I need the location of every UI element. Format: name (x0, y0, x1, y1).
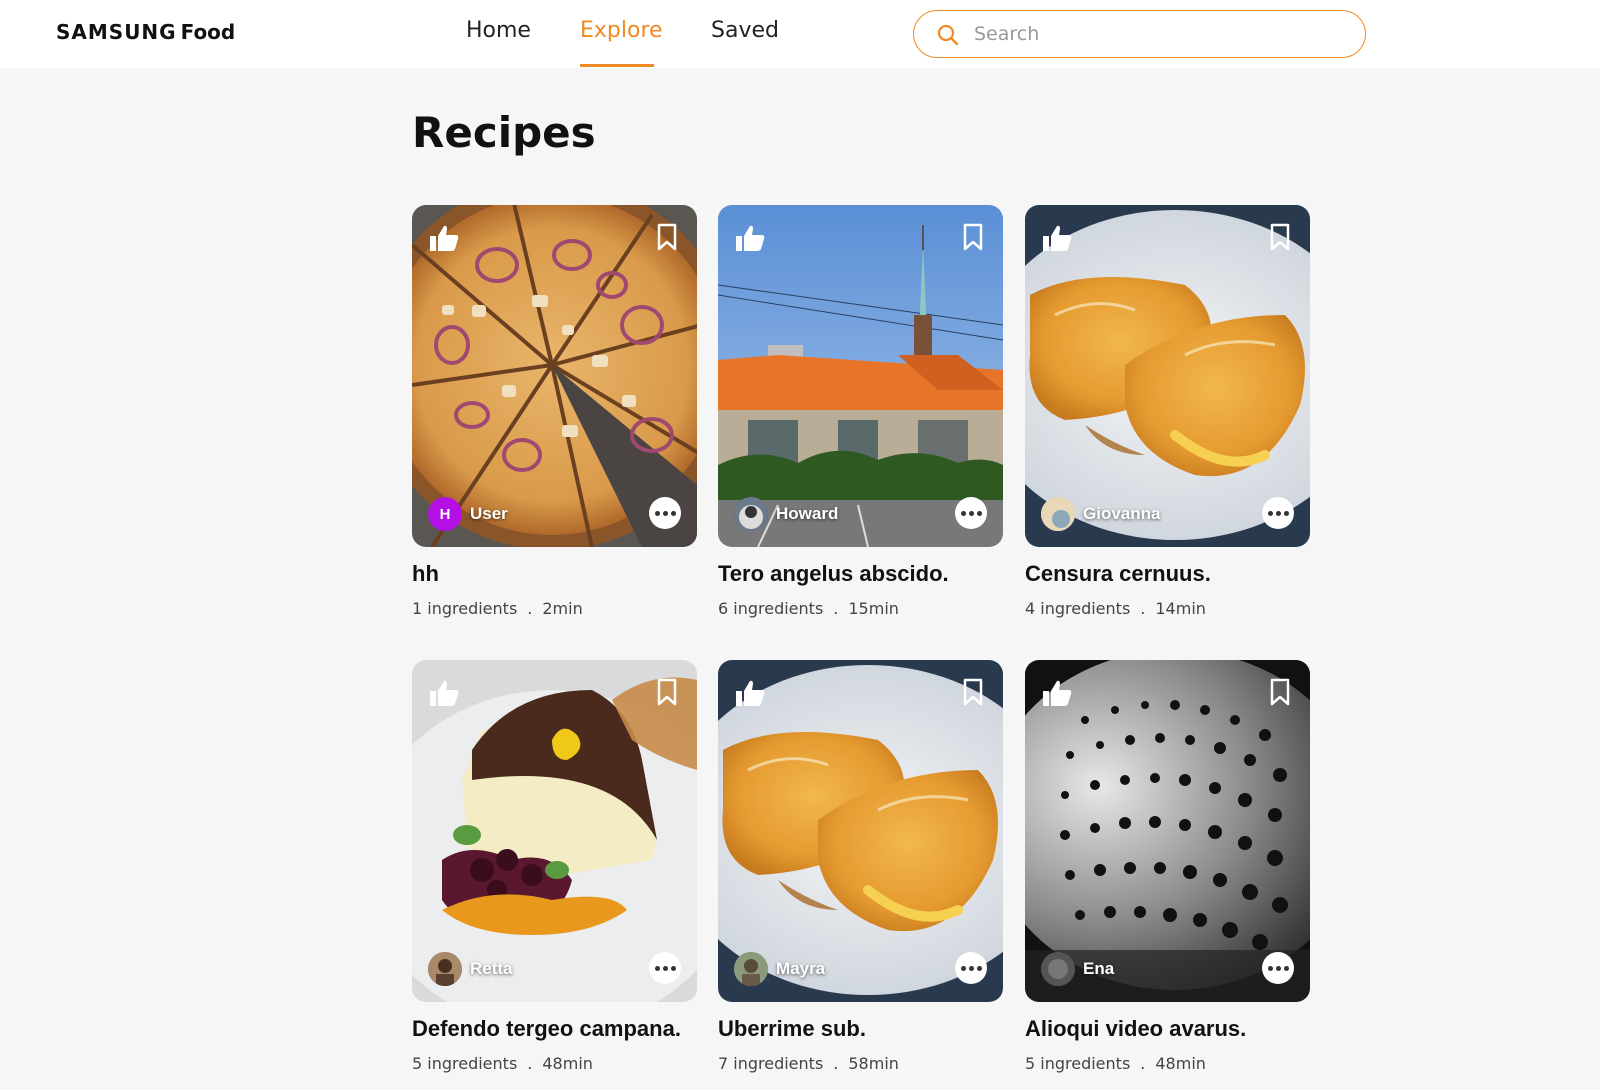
avatar (1041, 497, 1075, 531)
recipe-card[interactable]: Howard Tero angelus abscido. 6 ingredien… (718, 205, 1003, 618)
cook-time: 48min (542, 1054, 593, 1073)
meta-separator: . (1140, 599, 1146, 618)
more-options-button[interactable] (1262, 497, 1294, 529)
more-options-button[interactable] (955, 952, 987, 984)
recipe-image[interactable]: Giovanna (1025, 205, 1310, 547)
recipe-card[interactable]: Ena Alioqui video avarus. 5 ingredients.… (1025, 660, 1310, 1073)
author-name: Giovanna (1083, 504, 1161, 523)
meta-separator: . (1140, 1054, 1146, 1073)
recipe-card[interactable]: Mayra Uberrime sub. 7 ingredients. 58min (718, 660, 1003, 1073)
recipe-meta: 5 ingredients. 48min (412, 1054, 697, 1073)
logo-product: Food (180, 20, 236, 44)
page-title: Recipes (412, 108, 596, 157)
more-options-button[interactable] (955, 497, 987, 529)
recipe-image[interactable]: Ena (1025, 660, 1310, 1002)
avatar (734, 497, 768, 531)
recipe-author[interactable]: Giovanna (1041, 497, 1160, 531)
like-icon[interactable] (1041, 678, 1073, 708)
ingredient-count: 7 ingredients (718, 1054, 824, 1073)
recipe-title[interactable]: Alioqui video avarus. (1025, 1016, 1310, 1042)
avatar: H (428, 497, 462, 531)
nav-home[interactable]: Home (466, 18, 531, 43)
bookmark-icon[interactable] (1268, 678, 1292, 706)
recipe-title[interactable]: Tero angelus abscido. (718, 561, 1003, 587)
recipe-title[interactable]: Uberrime sub. (718, 1016, 1003, 1042)
logo-brand: SAMSUNG (56, 20, 177, 44)
author-name: User (470, 504, 508, 523)
ingredient-count: 4 ingredients (1025, 599, 1131, 618)
recipe-author[interactable]: Howard (734, 497, 838, 531)
search-icon (937, 24, 959, 46)
recipe-meta: 6 ingredients. 15min (718, 599, 1003, 618)
cook-time: 2min (542, 599, 583, 618)
pizza-image (412, 205, 697, 547)
omelette-image (1025, 205, 1310, 547)
like-icon[interactable] (734, 223, 766, 253)
recipe-meta: 5 ingredients. 48min (1025, 1054, 1310, 1073)
ingredient-count: 5 ingredients (1025, 1054, 1131, 1073)
like-icon[interactable] (428, 223, 460, 253)
bookmark-icon[interactable] (655, 223, 679, 251)
bookmark-icon[interactable] (961, 678, 985, 706)
avatar (1041, 952, 1075, 986)
cook-time: 14min (1155, 599, 1206, 618)
ingredient-count: 6 ingredients (718, 599, 824, 618)
meta-separator: . (527, 1054, 533, 1073)
recipe-image[interactable]: H User (412, 205, 697, 547)
recipe-author[interactable]: H User (428, 497, 508, 531)
author-name: Retta (470, 959, 513, 978)
recipe-meta: 1 ingredients. 2min (412, 599, 697, 618)
recipe-title[interactable]: Censura cernuus. (1025, 561, 1310, 587)
recipe-title[interactable]: hh (412, 561, 697, 587)
avatar (428, 952, 462, 986)
building-image (718, 205, 1003, 547)
search-input[interactable] (974, 19, 1344, 49)
avatar (734, 952, 768, 986)
bookmark-icon[interactable] (655, 678, 679, 706)
recipe-card[interactable]: Retta Defendo tergeo campana. 5 ingredie… (412, 660, 697, 1073)
cheesecake-image (412, 660, 697, 1002)
recipe-card[interactable]: H User hh 1 ingredients. 2min (412, 205, 697, 618)
more-options-button[interactable] (649, 497, 681, 529)
recipe-meta: 4 ingredients. 14min (1025, 599, 1310, 618)
recipe-author[interactable]: Retta (428, 952, 513, 986)
recipe-author[interactable]: Mayra (734, 952, 825, 986)
recipe-title[interactable]: Defendo tergeo campana. (412, 1016, 697, 1042)
search-bar[interactable] (913, 10, 1366, 58)
cook-time: 48min (1155, 1054, 1206, 1073)
more-options-button[interactable] (1262, 952, 1294, 984)
nav-explore[interactable]: Explore (580, 18, 663, 43)
colander-image (1025, 660, 1310, 1002)
author-name: Howard (776, 504, 839, 523)
bookmark-icon[interactable] (961, 223, 985, 251)
author-name: Ena (1083, 959, 1115, 978)
meta-separator: . (833, 599, 839, 618)
meta-separator: . (527, 599, 533, 618)
meta-separator: . (833, 1054, 839, 1073)
like-icon[interactable] (734, 678, 766, 708)
author-name: Mayra (776, 959, 826, 978)
recipe-meta: 7 ingredients. 58min (718, 1054, 1003, 1073)
ingredient-count: 1 ingredients (412, 599, 518, 618)
more-options-button[interactable] (649, 952, 681, 984)
cook-time: 15min (848, 599, 899, 618)
recipe-image[interactable]: Howard (718, 205, 1003, 547)
active-tab-indicator (580, 64, 654, 67)
nav-saved[interactable]: Saved (711, 18, 779, 43)
bookmark-icon[interactable] (1268, 223, 1292, 251)
cook-time: 58min (848, 1054, 899, 1073)
like-icon[interactable] (428, 678, 460, 708)
ingredient-count: 5 ingredients (412, 1054, 518, 1073)
top-header: SAMSUNG Food Home Explore Saved (0, 0, 1600, 68)
omelette-image (718, 660, 1003, 1002)
samsung-food-logo[interactable]: SAMSUNG Food (56, 20, 235, 44)
recipe-image[interactable]: Retta (412, 660, 697, 1002)
recipe-card[interactable]: Giovanna Censura cernuus. 4 ingredients.… (1025, 205, 1310, 618)
recipe-author[interactable]: Ena (1041, 952, 1114, 986)
like-icon[interactable] (1041, 223, 1073, 253)
recipe-image[interactable]: Mayra (718, 660, 1003, 1002)
